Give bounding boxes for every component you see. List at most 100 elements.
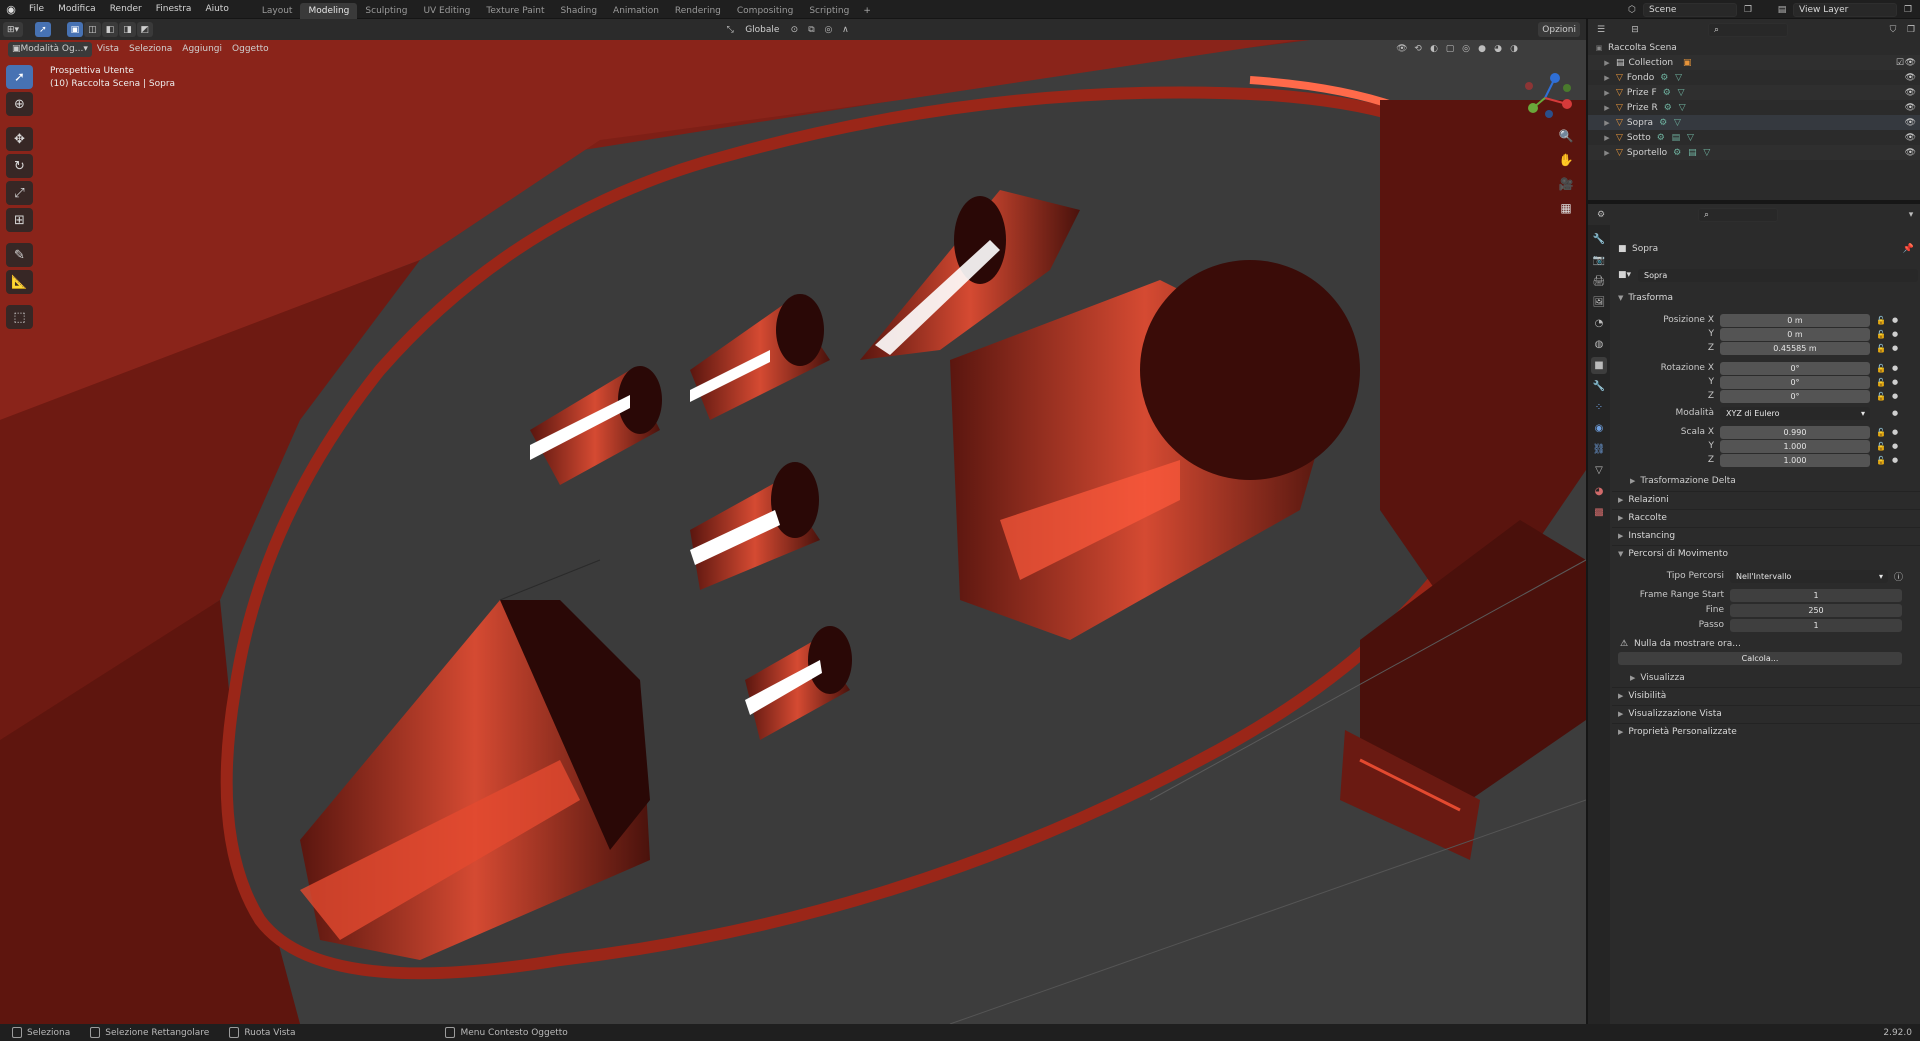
eye-icon[interactable]: 👁 (1905, 133, 1916, 143)
tab-sculpting[interactable]: Sculpting (357, 3, 415, 19)
display-mode-icon[interactable]: ⊟ (1628, 23, 1642, 37)
outliner-item-fondo[interactable]: ▶ ▽ Fondo ⚙ ▽ 👁 (1588, 70, 1920, 85)
filter-icon[interactable]: ⛉ (1886, 23, 1900, 37)
select-mode-intersect-icon[interactable]: ◩ (136, 22, 154, 37)
menu-render[interactable]: Render (103, 0, 149, 19)
menu-edit[interactable]: Modifica (51, 0, 103, 19)
display-subpanel[interactable]: ▶ Visualizza (1630, 673, 1685, 683)
collections-panel-header[interactable]: ▶ Raccolte (1618, 513, 1667, 523)
motion-paths-panel-header[interactable]: ▼ Percorsi di Movimento (1618, 549, 1728, 559)
expand-arrow-icon[interactable]: ▶ (1602, 149, 1612, 157)
outliner-item-prize-r[interactable]: ▶ ▽ Prize R ⚙ ▽ 👁 (1588, 100, 1920, 115)
move-tool-icon[interactable]: ✥ (6, 127, 33, 151)
pivot-icon[interactable]: ⊙ (787, 23, 801, 37)
tab-uv-editing[interactable]: UV Editing (415, 3, 478, 19)
menu-help[interactable]: Aiuto (198, 0, 235, 19)
menu-view[interactable]: Vista (92, 44, 124, 54)
eye-icon[interactable]: 👁 (1905, 88, 1916, 98)
outliner-item-sopra[interactable]: ▶ ▽ Sopra ⚙ ▽ 👁 (1588, 115, 1920, 130)
scene-copy-icon[interactable]: ❐ (1741, 3, 1755, 17)
scene-selector[interactable]: ⬡ Scene ❐ (1625, 2, 1755, 17)
scale-z-field[interactable]: 1.000 (1720, 453, 1870, 467)
viewport-display-panel-header[interactable]: ▶ Visualizzazione Vista (1618, 709, 1722, 719)
tab-compositing[interactable]: Compositing (729, 3, 801, 19)
object-browse-icon[interactable]: ■▾ (1618, 270, 1631, 280)
output-tab-icon[interactable]: 🖨 (1591, 273, 1607, 290)
expand-arrow-icon[interactable]: ▶ (1602, 89, 1612, 97)
menu-file[interactable]: File (22, 0, 51, 19)
tab-layout[interactable]: Layout (254, 3, 301, 19)
lock-icon[interactable]: 🔓 (1876, 392, 1886, 401)
keyframe-dot-icon[interactable]: ● (1892, 330, 1898, 338)
custom-properties-panel-header[interactable]: ▶ Proprietà Personalizzate (1618, 727, 1737, 737)
lock-icon[interactable]: 🔓 (1876, 316, 1886, 325)
position-x-field[interactable]: 0 m (1720, 313, 1870, 327)
render-tab-icon[interactable]: 📷 (1591, 252, 1607, 269)
calculate-button[interactable]: Calcola... (1618, 651, 1902, 665)
xray-toggle-icon[interactable]: ▢ (1443, 42, 1457, 56)
outliner-item-collection[interactable]: ▶ ▤ Collection ▣ ☑ 👁 (1588, 55, 1920, 70)
relations-panel-header[interactable]: ▶ Relazioni (1618, 495, 1669, 505)
view-layer-selector[interactable]: ▤ View Layer ❐ (1775, 2, 1915, 17)
perspective-grid-icon[interactable]: ▦ (1557, 199, 1575, 217)
lock-icon[interactable]: 🔓 (1876, 456, 1886, 465)
outliner-item-prize-f[interactable]: ▶ ▽ Prize F ⚙ ▽ 👁 (1588, 85, 1920, 100)
keyframe-dot-icon[interactable]: ● (1892, 364, 1898, 372)
pan-hand-icon[interactable]: ✋ (1557, 151, 1575, 169)
modifier-tab-icon[interactable]: 🔧 (1591, 378, 1607, 395)
keyframe-dot-icon[interactable]: ● (1892, 392, 1898, 400)
camera-view-icon[interactable]: 🎥 (1557, 175, 1575, 193)
tab-animation[interactable]: Animation (605, 3, 667, 19)
constraints-tab-icon[interactable]: ⛓ (1591, 441, 1607, 458)
tab-shading[interactable]: Shading (552, 3, 605, 19)
instancing-panel-header[interactable]: ▶ Instancing (1618, 531, 1675, 541)
expand-arrow-icon[interactable]: ▶ (1602, 134, 1612, 142)
scene-tab-icon[interactable]: ◔ (1591, 315, 1607, 332)
outliner-root[interactable]: ▣ Raccolta Scena (1588, 40, 1920, 55)
rotation-y-field[interactable]: 0° (1720, 375, 1870, 389)
menu-object[interactable]: Oggetto (227, 44, 274, 54)
data-tab-icon[interactable]: ▽ (1591, 462, 1607, 479)
zoom-icon[interactable]: 🔍 (1557, 127, 1575, 145)
eye-icon[interactable]: 👁 (1905, 148, 1916, 158)
eye-icon[interactable]: 👁 (1905, 103, 1916, 113)
outliner-search-field[interactable]: ⌕ (1708, 22, 1788, 37)
select-mode-subtract-icon[interactable]: ◧ (101, 22, 119, 37)
outliner-editor-icon[interactable]: ☰ (1594, 23, 1608, 37)
transform-orientation-dropdown[interactable]: Globale (740, 25, 784, 35)
proportional-edit-icon[interactable]: ◎ (821, 23, 835, 37)
shading-material-icon[interactable]: ◕ (1491, 42, 1505, 56)
eye-icon[interactable]: 👁 (1905, 73, 1916, 83)
rotate-tool-icon[interactable]: ↻ (6, 154, 33, 178)
editor-type-button[interactable]: ⊞▾ (3, 22, 24, 37)
falloff-icon[interactable]: ∧ (838, 23, 852, 37)
gizmo-x-axis[interactable] (1562, 99, 1572, 109)
select-box-tool-icon[interactable]: ➚ (6, 65, 33, 89)
add-workspace-button[interactable]: + (857, 3, 877, 19)
navigation-gizmo[interactable] (1515, 68, 1575, 128)
tab-texture-paint[interactable]: Texture Paint (478, 3, 552, 19)
shading-wireframe-icon[interactable]: ◎ (1459, 42, 1473, 56)
menu-add[interactable]: Aggiungi (177, 44, 227, 54)
lock-icon[interactable]: 🔓 (1876, 428, 1886, 437)
lock-icon[interactable]: 🔓 (1876, 378, 1886, 387)
shading-rendered-icon[interactable]: ◑ (1507, 42, 1521, 56)
expand-arrow-icon[interactable]: ▶ (1602, 119, 1612, 127)
path-type-dropdown[interactable]: Nell'Intervallo ▾ (1730, 569, 1888, 583)
position-y-field[interactable]: 0 m (1720, 327, 1870, 341)
shading-solid-icon[interactable]: ● (1475, 42, 1489, 56)
overlay-toggle-icon[interactable]: ◐ (1427, 42, 1441, 56)
rotation-z-field[interactable]: 0° (1720, 389, 1870, 403)
transform-tool-icon[interactable]: ⊞ (6, 208, 33, 232)
lock-icon[interactable]: 🔓 (1876, 344, 1886, 353)
rotation-mode-dropdown[interactable]: XYZ di Eulero ▾ (1720, 406, 1870, 420)
eye-icon[interactable]: 👁 (1905, 118, 1916, 128)
scale-x-field[interactable]: 0.990 (1720, 425, 1870, 439)
pin-icon[interactable]: 📌 (1903, 244, 1914, 254)
tab-modeling[interactable]: Modeling (300, 2, 358, 19)
add-cube-tool-icon[interactable]: ⬚ (6, 305, 33, 329)
object-name-field[interactable]: Sopra (1638, 268, 1918, 282)
frame-end-field[interactable]: 250 (1730, 603, 1902, 617)
physics-tab-icon[interactable]: ◉ (1591, 420, 1607, 437)
keyframe-dot-icon[interactable]: ● (1892, 428, 1898, 436)
